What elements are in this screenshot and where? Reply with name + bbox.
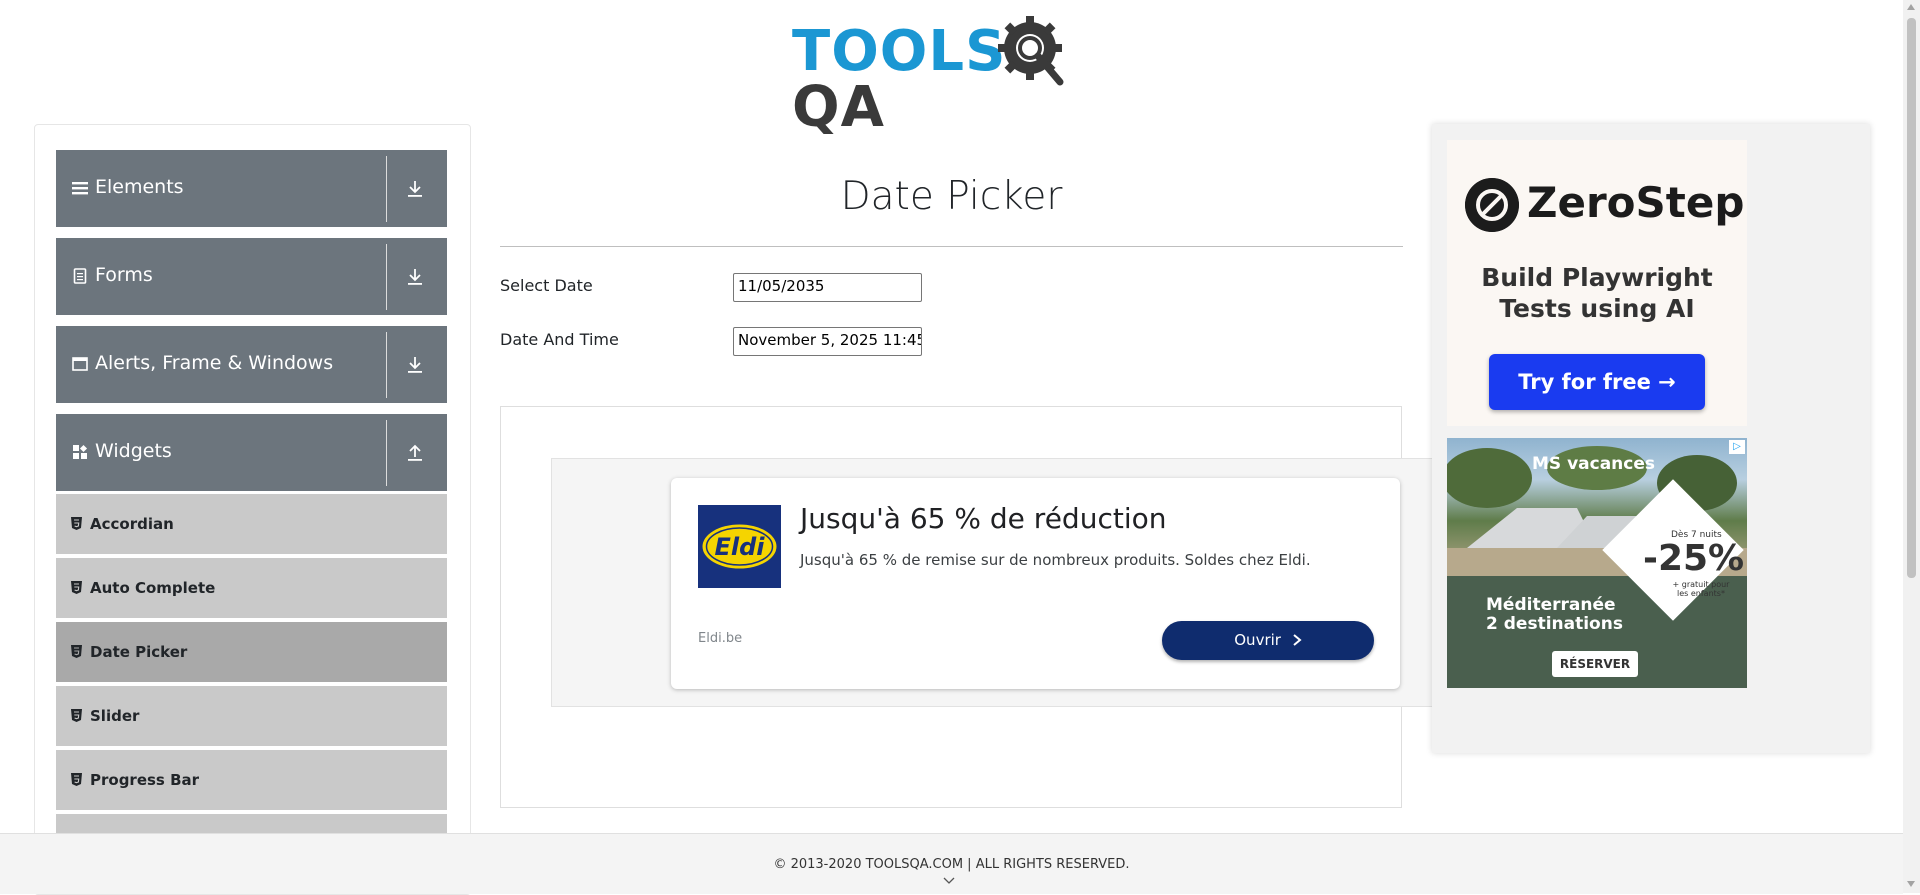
document-icon <box>73 268 87 284</box>
zerostep-logo-icon <box>1465 178 1519 232</box>
group-header-alerts-frame-windows[interactable]: Alerts, Frame & Windows <box>56 326 447 404</box>
sidebar-item-label: Date Picker <box>90 643 188 661</box>
destination-line1: Méditerranée <box>1486 595 1616 615</box>
hamburger-icon <box>72 182 88 195</box>
group-header-widgets[interactable]: Widgets <box>56 414 447 492</box>
sidebar-item-slider[interactable]: Slider <box>56 686 447 748</box>
gear-magnifier-icon <box>998 16 1064 86</box>
upload-arrow-icon[interactable] <box>407 444 423 462</box>
html5-icon <box>71 773 82 786</box>
zerostep-ad[interactable]: ZeroStep Build Playwright Tests using AI… <box>1447 140 1747 426</box>
destination-line2: 2 destinations <box>1486 614 1623 634</box>
select-date-input[interactable]: 11/05/2035 <box>733 273 922 302</box>
group-divider <box>386 244 387 310</box>
group-label-alerts: Alerts, Frame & Windows <box>95 352 334 374</box>
ad-headline[interactable]: Jusqu'à 65 % de réduction <box>800 502 1166 535</box>
sidebar-item-date-picker[interactable]: Date Picker <box>56 622 447 684</box>
chevron-down-icon[interactable] <box>943 876 955 886</box>
msvacances-ad[interactable]: ▷ MS vacances Dès 7 nuits -25% + gratuit… <box>1447 438 1747 688</box>
scrollbar-thumb[interactable] <box>1907 18 1916 578</box>
destination-text: Méditerranée 2 destinations <box>1486 596 1623 634</box>
sidebar-item-progress-bar[interactable]: Progress Bar <box>56 750 447 812</box>
download-arrow-icon[interactable] <box>407 356 423 374</box>
group-divider <box>386 332 387 398</box>
group-header-forms[interactable]: Forms <box>56 238 447 316</box>
try-for-free-button[interactable]: Try for free → <box>1489 354 1705 410</box>
sidebar-item-label: Auto Complete <box>90 579 216 597</box>
kids-free-text: + gratuit pour les enfants* <box>1672 580 1730 598</box>
sidebar-item-label: Progress Bar <box>90 771 200 789</box>
zerostep-name: ZeroStep <box>1527 178 1745 227</box>
html5-icon <box>71 709 82 722</box>
zerostep-tagline: Build Playwright Tests using AI <box>1447 262 1747 324</box>
download-arrow-icon[interactable] <box>407 180 423 198</box>
reserver-button[interactable]: RÉSERVER <box>1552 651 1638 677</box>
date-and-time-input[interactable]: November 5, 2025 11:45 PM <box>733 327 922 356</box>
title-divider <box>500 246 1403 247</box>
footer: © 2013-2020 TOOLSQA.COM | ALL RIGHTS RES… <box>0 833 1903 894</box>
group-label-forms: Forms <box>95 264 153 286</box>
download-arrow-icon[interactable] <box>407 268 423 286</box>
widgets-grid-icon <box>73 444 88 459</box>
group-label-widgets: Widgets <box>95 440 172 462</box>
eldi-logo-mark: Eldi <box>702 524 777 569</box>
html5-icon <box>71 517 82 530</box>
sidebar-item-accordian[interactable]: Accordian <box>56 494 447 556</box>
sidebar-item-auto-complete[interactable]: Auto Complete <box>56 558 447 620</box>
group-header-elements[interactable]: Elements <box>56 150 447 228</box>
scroll-down-arrow-icon[interactable] <box>1907 881 1915 887</box>
eldi-ad-card[interactable]: Eldi Jusqu'à 65 % de réduction Jusqu'à 6… <box>671 478 1400 689</box>
window-icon <box>72 357 88 371</box>
chevron-right-icon <box>1293 634 1302 646</box>
group-divider <box>386 420 387 486</box>
footer-copyright: © 2013-2020 TOOLSQA.COM | ALL RIGHTS RES… <box>773 857 1130 872</box>
ad-open-label: Ouvrir <box>1234 631 1281 649</box>
group-label-elements: Elements <box>95 176 184 198</box>
sidebar-item-label: Slider <box>90 707 140 725</box>
msvacances-brand: MS vacances <box>1532 454 1656 474</box>
date-and-time-label: Date And Time <box>500 330 619 349</box>
ad-open-button[interactable]: Ouvrir <box>1162 621 1374 660</box>
sidebar-item-label: Accordian <box>90 515 174 533</box>
adchoices-icon[interactable]: ▷ <box>1729 440 1745 454</box>
page-title: Date Picker <box>840 174 1063 219</box>
logo-qa-text: QA <box>792 75 885 140</box>
group-divider <box>386 156 387 222</box>
zerostep-tagline-line2: Tests using AI <box>1499 294 1695 323</box>
html5-icon <box>71 581 82 594</box>
eldi-logo[interactable]: Eldi <box>698 505 781 588</box>
discount-text: -25% <box>1643 538 1745 579</box>
ad-domain: Eldi.be <box>698 631 743 646</box>
eldi-logo-text: Eldi <box>714 533 765 561</box>
ad-description: Jusqu'à 65 % de remise sur de nombreux p… <box>800 551 1311 569</box>
zerostep-tagline-line1: Build Playwright <box>1481 263 1713 292</box>
toolsqa-logo[interactable]: TOOLSQA <box>792 14 1114 136</box>
scroll-up-arrow-icon[interactable] <box>1907 4 1915 10</box>
html5-icon <box>71 645 82 658</box>
left-nav-panel: Elements Forms Alerts, Frame & Windows W… <box>34 124 471 895</box>
page-scrollbar[interactable] <box>1903 0 1920 893</box>
select-date-label: Select Date <box>500 276 593 295</box>
